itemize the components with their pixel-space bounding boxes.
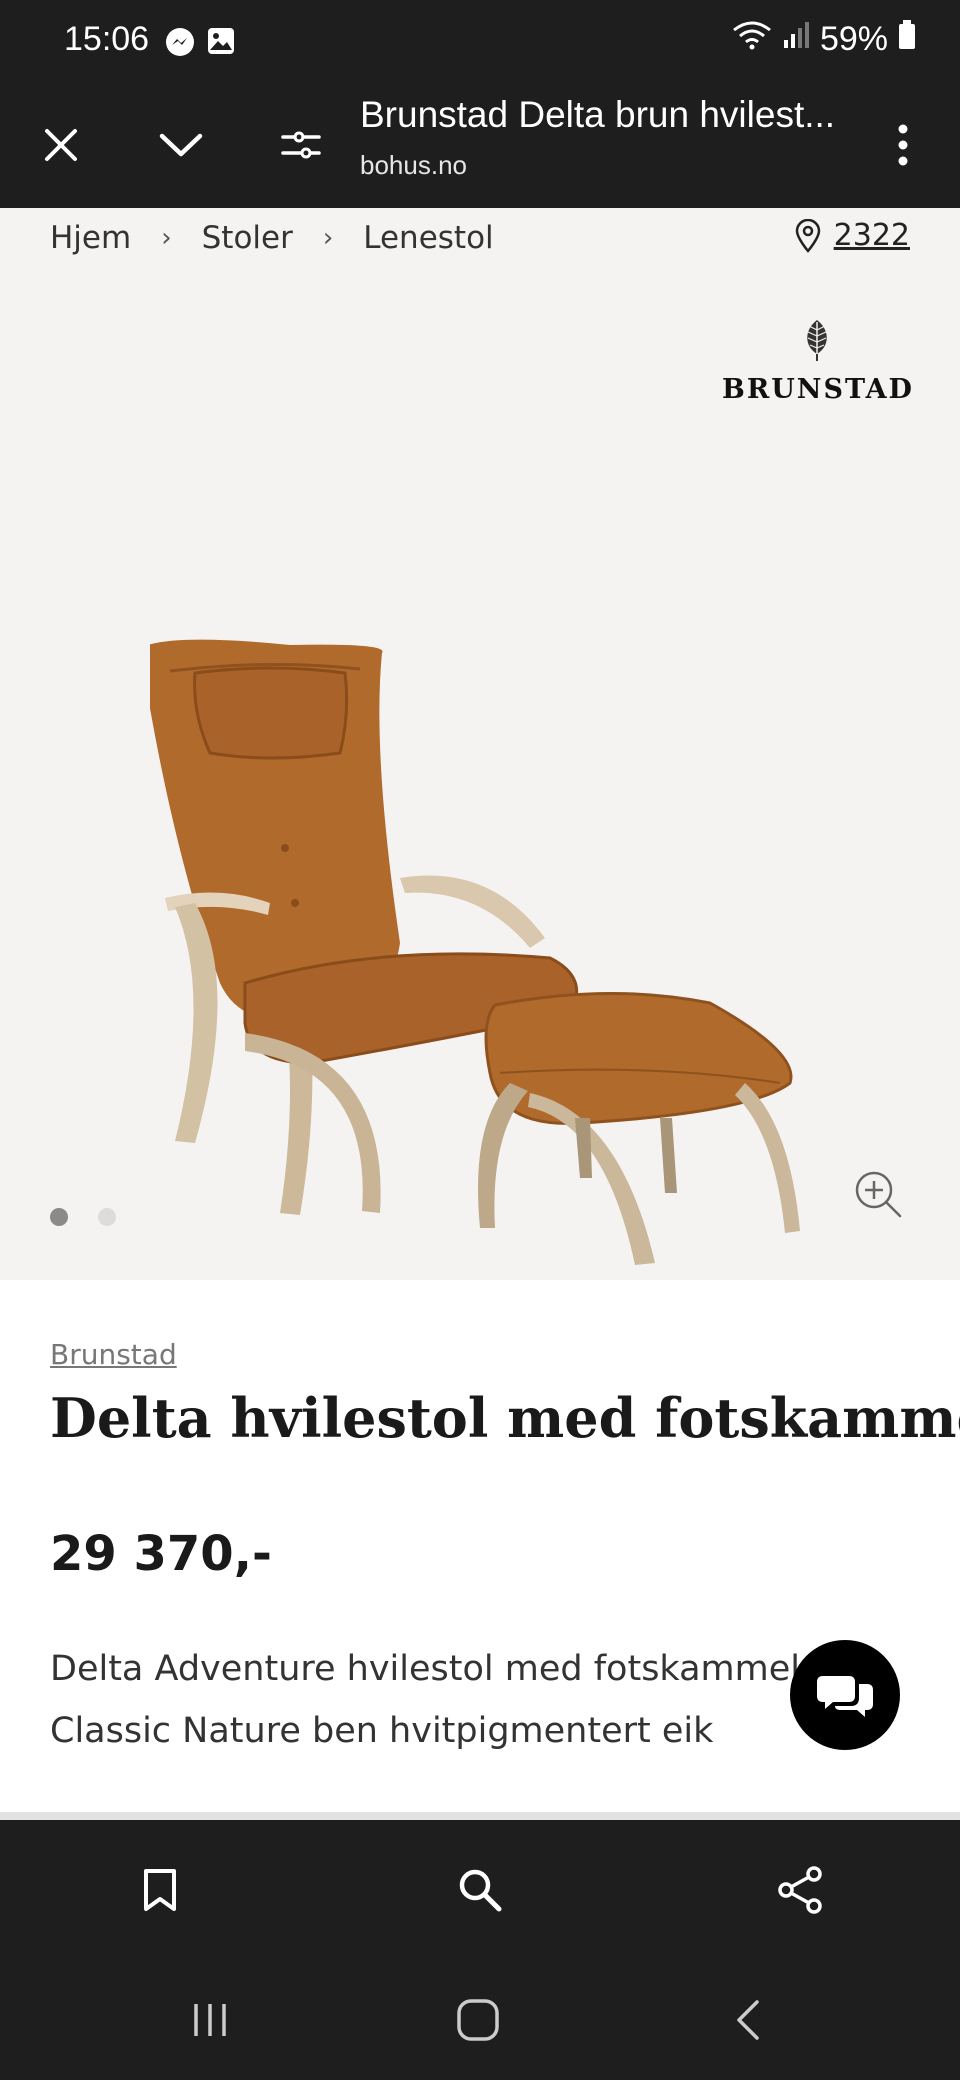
product-image[interactable]	[140, 423, 830, 1287]
leaf-logo-icon	[807, 320, 827, 361]
more-vert-icon[interactable]	[868, 110, 938, 180]
bookmark-icon[interactable]	[130, 1860, 190, 1920]
recent-apps-icon[interactable]	[180, 1990, 240, 2050]
battery-text: 59%	[819, 20, 888, 58]
gallery-pagination	[50, 1208, 116, 1226]
tune-icon[interactable]	[266, 110, 336, 180]
browser-toolbar: Brunstad Delta brun hvilest... bohus.no	[0, 84, 960, 292]
page-url[interactable]: bohus.no	[360, 150, 467, 181]
store-code[interactable]: 2322	[834, 218, 910, 253]
zoom-in-icon[interactable]	[852, 1168, 904, 1224]
chevron-down-icon[interactable]	[146, 110, 216, 180]
back-icon[interactable]	[718, 1990, 778, 2050]
product-hero: Hjem › Stoler › Lenestol 2322 BRUNSTAD	[0, 208, 960, 1280]
store-selector[interactable]: 2322	[794, 218, 910, 253]
close-icon[interactable]	[26, 110, 96, 180]
status-bar: 15:06 59%	[0, 0, 960, 84]
breadcrumb-separator: ›	[322, 223, 334, 253]
status-right: 59%	[732, 20, 916, 59]
page-title[interactable]: Brunstad Delta brun hvilest...	[360, 94, 860, 136]
breadcrumb-item-lenestol[interactable]: Lenestol	[363, 220, 493, 256]
wifi-icon	[732, 20, 772, 59]
breadcrumb: Hjem › Stoler › Lenestol	[50, 220, 494, 256]
home-icon[interactable]	[448, 1990, 508, 2050]
status-time: 15:06	[64, 20, 150, 58]
brand-link[interactable]: Brunstad	[50, 1338, 177, 1371]
gallery-dot[interactable]	[98, 1208, 116, 1226]
battery-icon	[898, 20, 916, 59]
location-pin-icon	[795, 218, 820, 253]
breadcrumb-item-stoler[interactable]: Stoler	[202, 220, 293, 256]
messenger-icon	[164, 26, 196, 62]
chat-button[interactable]	[790, 1640, 900, 1750]
breadcrumb-separator: ›	[161, 223, 172, 253]
chat-icon	[817, 1676, 873, 1717]
gallery-dot-active[interactable]	[50, 1208, 68, 1226]
brand-logo-text: BRUNSTAD	[722, 374, 914, 405]
browser-bottom-bar	[0, 1820, 960, 1960]
web-page: Hjem › Stoler › Lenestol 2322 BRUNSTAD B…	[0, 208, 960, 1820]
gallery-icon	[206, 26, 236, 60]
signal-icon	[782, 20, 810, 59]
product-description: Delta Adventure hvilestol med fotskammel…	[50, 1649, 800, 1751]
share-icon[interactable]	[770, 1860, 830, 1920]
brand-logo: BRUNSTAD	[722, 318, 912, 405]
product-title: Delta hvilestol med fotskammel	[50, 1386, 960, 1450]
product-price: 29 370,-	[50, 1526, 272, 1582]
page-divider	[0, 1812, 960, 1820]
breadcrumb-item-hjem[interactable]: Hjem	[50, 220, 131, 256]
system-nav-bar	[0, 1960, 960, 2080]
search-icon[interactable]	[450, 1860, 510, 1920]
